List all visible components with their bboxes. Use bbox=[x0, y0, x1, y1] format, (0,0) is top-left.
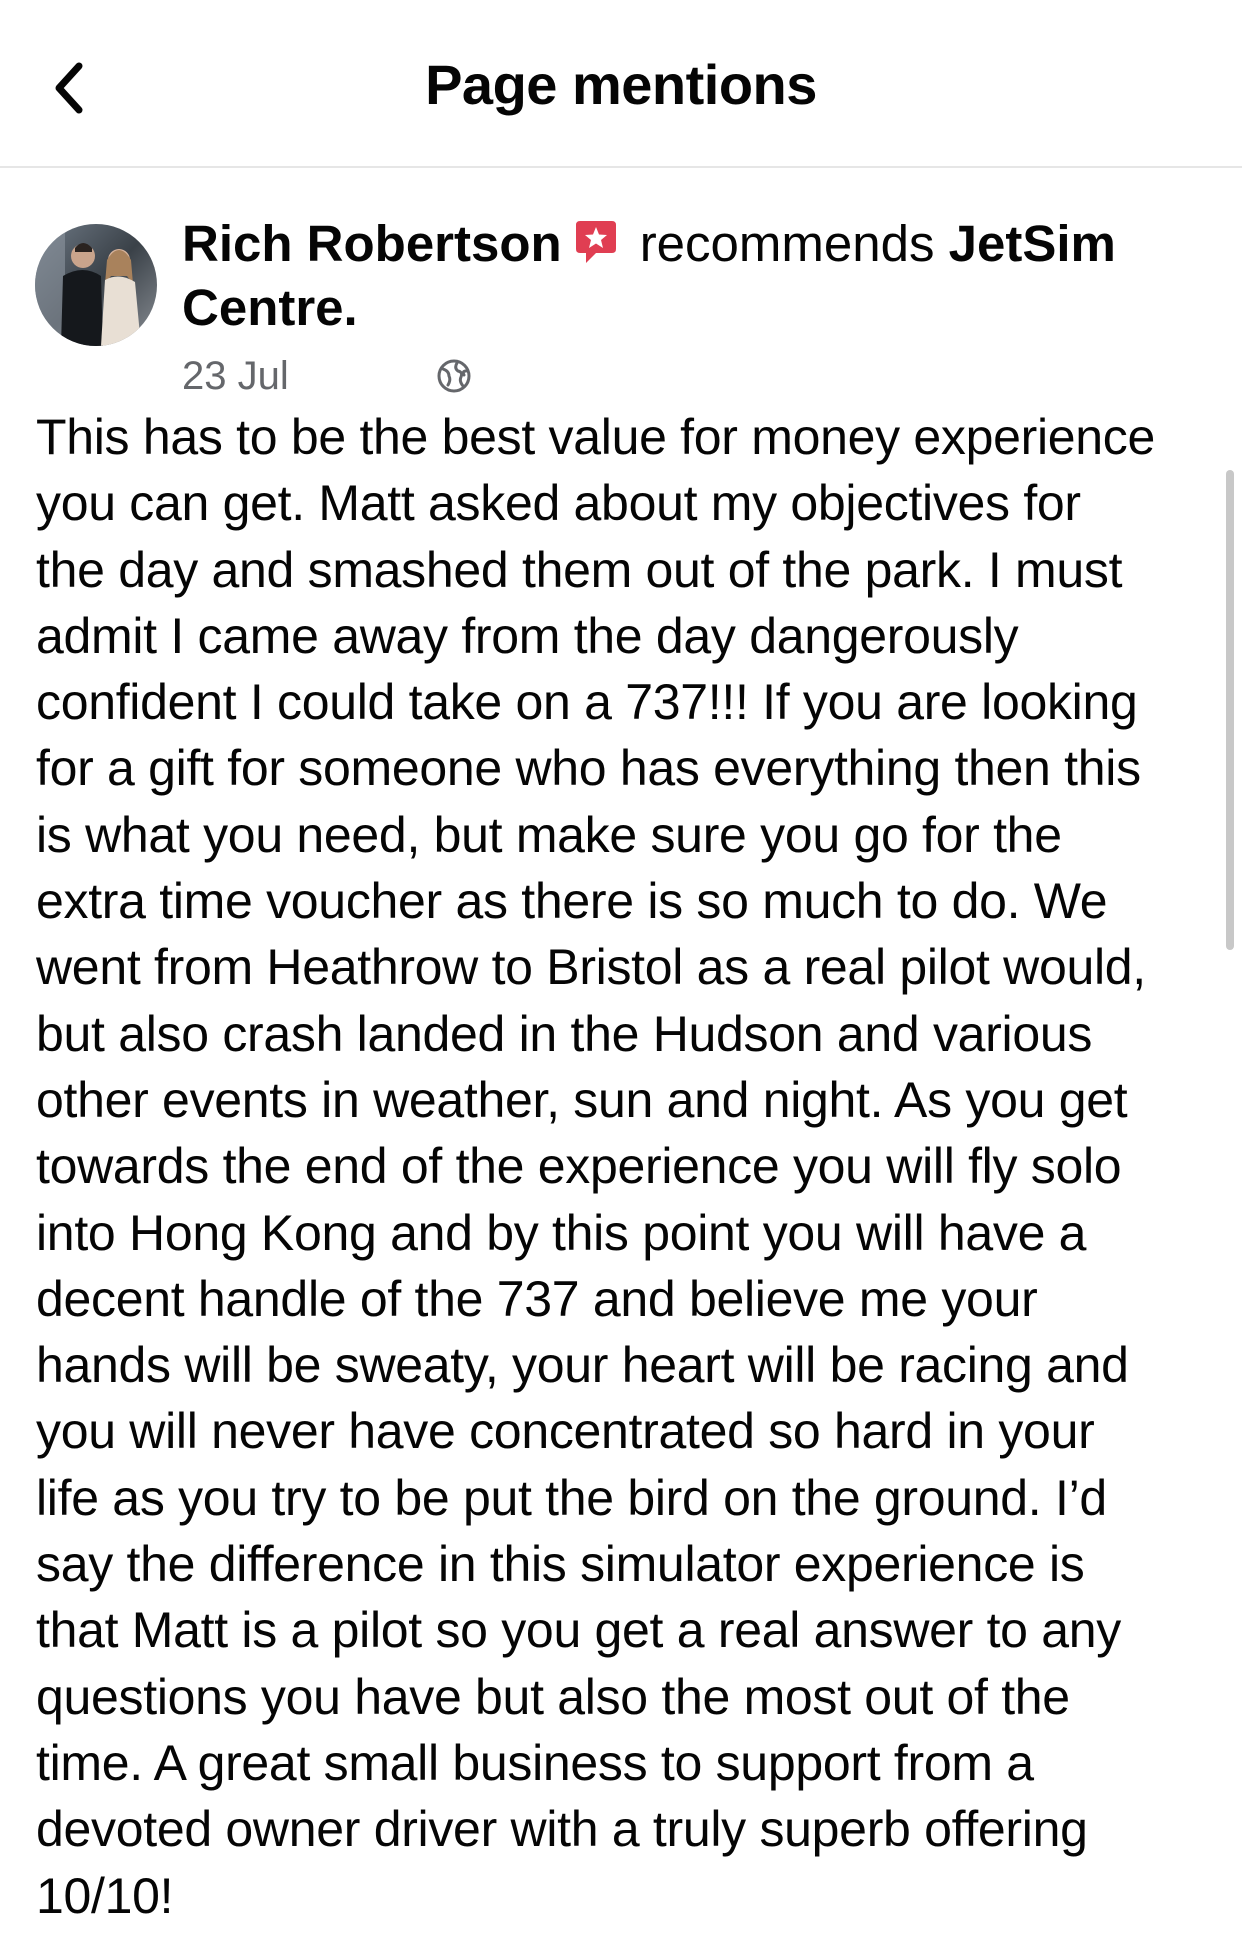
page-title: Page mentions bbox=[425, 53, 817, 116]
avatar[interactable] bbox=[35, 224, 157, 346]
post-body: This has to be the best value for money … bbox=[36, 409, 1155, 1924]
scrollbar[interactable] bbox=[1226, 470, 1234, 950]
recommends-text: recommends bbox=[639, 215, 935, 272]
top-bar: Page mentions bbox=[0, 0, 1242, 168]
recommend-star-icon bbox=[574, 218, 618, 278]
author-name[interactable]: Rich Robertson bbox=[182, 215, 562, 272]
post-meta: 23 Jul bbox=[182, 346, 471, 406]
post-headline: Rich Robertson recommends JetSim Centre. bbox=[182, 214, 1182, 338]
post-date[interactable]: 23 Jul bbox=[182, 354, 289, 399]
globe-icon bbox=[437, 359, 471, 393]
